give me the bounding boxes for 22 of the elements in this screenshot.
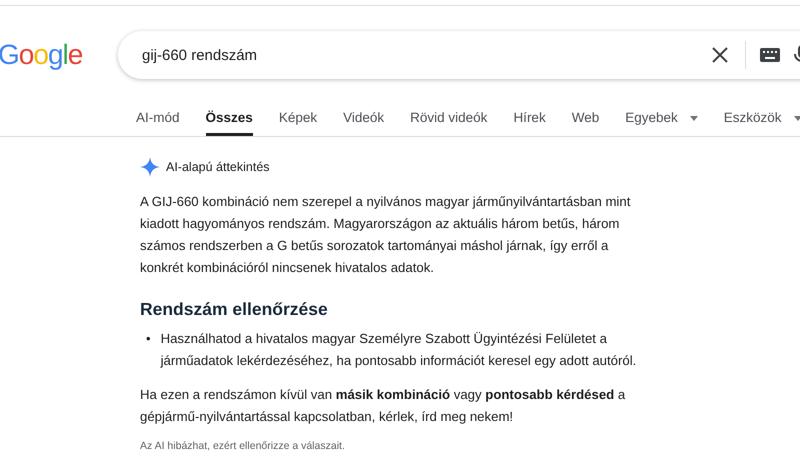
search-tab[interactable]: Összes [198, 98, 261, 136]
search-tab[interactable]: Egyebek [617, 98, 706, 136]
sparkle-icon [140, 157, 160, 177]
bullet-marker: • [146, 330, 151, 348]
search-tab[interactable]: AI-mód [128, 98, 188, 136]
search-tab[interactable]: Rövid videók [402, 98, 496, 136]
keyboard-icon[interactable] [760, 48, 780, 62]
disclaimer-text: Az AI hibázhat, ezért ellenőrizze a válaszait. [140, 440, 346, 452]
section-heading: Rendszám ellenőrzése [140, 299, 329, 320]
closing-paragraph: Ha ezen a rendszámon kívül van másik kombináció vagy pontosabb kérdésed a gépjármű-nyilvántartással kapcsolatban, kérlek, írd meg nekem! [140, 386, 626, 426]
search-tab[interactable]: Videók [335, 98, 392, 136]
bullet-item: Használhatod a hivatalos magyar Személyre Szabott Ügyintézési Felületet a járműadatok lekérdezéséhez, ha pontosabb információt keresel egy adott autóról. [160, 330, 638, 370]
search-tab[interactable]: Hírek [505, 98, 554, 136]
caret-icon [690, 116, 698, 121]
search-tab[interactable]: Képek [270, 98, 326, 136]
close-icon[interactable] [711, 46, 729, 64]
search-input[interactable]: gij-660 rendszám [140, 46, 695, 64]
overview-paragraph: A GIJ-660 kombináció nem szerepel a nyilvános magyar járműnyilvántartásban mint kiadott hagyományos rendszám. Magyarországon az aktuális három betűs, három számos rendszerben a G betűs sorozatok tartományai máshol járnak, így erről a konkrét kombinációról nincsenek hivatalos adatok. [140, 193, 632, 277]
search-tab[interactable]: Web [564, 98, 608, 136]
overview-title: AI-alapú áttekintés [166, 160, 270, 174]
search-tab[interactable]: Eszközök [716, 98, 800, 136]
caret-icon [794, 116, 800, 121]
